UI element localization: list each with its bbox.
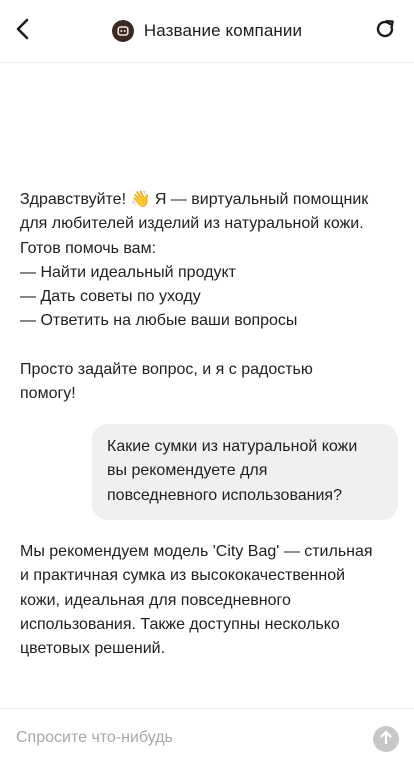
send-button[interactable] [373,726,399,752]
company-name: Название компании [143,21,303,40]
message-line: — Найти идеальный продукт [20,263,236,281]
message-line: — Дать советы по уходу [20,288,201,306]
chat-app: Название компании Здравствуйте! 👋 Я — ви… [0,0,414,770]
chevron-left-icon [14,17,30,46]
back-button[interactable] [10,17,34,45]
user-message-bubble: Какие сумки из натуральной кожи вы реком… [92,424,398,520]
refresh-button[interactable] [372,18,398,44]
message-line: повседневного использования? [107,486,342,504]
message-composer [0,708,414,770]
chat-header: Название компании [0,0,414,63]
message-line: использования. Также доступны несколько [20,615,340,633]
message-line: кожи, идеальная для повседневного [20,591,291,609]
message-line: — Ответить на любые ваши вопросы [20,312,298,330]
refresh-icon [374,18,396,45]
message-line: Здравствуйте! 👋 Я — виртуальный помощник [20,191,369,208]
message-line: Какие сумки из натуральной кожи [107,438,358,455]
message-line: цветовых решений. [20,640,166,658]
message-line: помогу! [20,385,76,403]
message-line: и практичная сумка из высококачественной [20,567,346,585]
message-line: Мы рекомендуем модель 'City Bag' — стиль… [20,543,373,560]
message-line: вы рекомендуете для [107,462,268,480]
message-line: Просто задайте вопрос, и я с радостью [20,360,313,378]
bot-message-answer: Мы рекомендуем модель 'City Bag' — стиль… [20,540,400,661]
message-line: для любителей изделий из натуральной кож… [20,215,364,233]
chat-title: Название компании [0,18,414,44]
bot-message-greeting: Здравствуйте! 👋 Я — виртуальный помощник… [20,188,400,406]
message-input[interactable] [16,723,356,753]
chat-bot-logo-icon [111,20,134,42]
message-line: Готов помочь вам: [20,239,157,257]
arrow-up-icon [379,729,393,750]
